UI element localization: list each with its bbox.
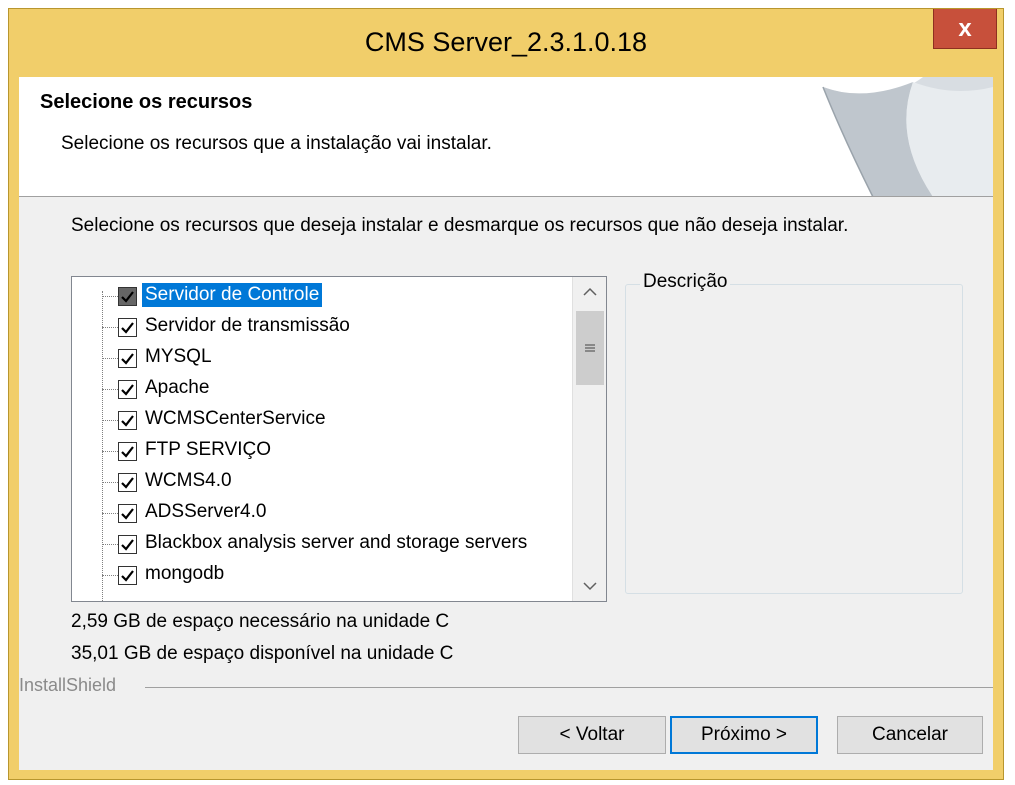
- feature-label: WCMS4.0: [145, 470, 232, 491]
- tree-connector: [102, 327, 118, 328]
- feature-label: Servidor de transmissão: [145, 315, 350, 336]
- dialog-client-area: Selecione os recursos Selecione os recur…: [19, 77, 993, 770]
- dialog-header: Selecione os recursos Selecione os recur…: [19, 77, 993, 197]
- checkbox-icon[interactable]: [118, 411, 137, 430]
- feature-label: ADSServer4.0: [145, 501, 267, 522]
- tree-connector: [102, 575, 118, 576]
- feature-item[interactable]: Servidor de transmissão: [72, 312, 572, 342]
- feature-label: FTP SERVIÇO: [145, 439, 271, 460]
- tree-connector: [102, 296, 118, 297]
- title-bar[interactable]: CMS Server_2.3.1.0.18 x: [9, 9, 1003, 77]
- checkbox-icon[interactable]: [118, 318, 137, 337]
- header-title: Selecione os recursos: [40, 91, 253, 113]
- tree-scrollbar[interactable]: [572, 277, 606, 601]
- description-group: Descrição: [625, 271, 963, 594]
- feature-label: WCMSCenterService: [145, 408, 326, 429]
- tree-connector: [102, 482, 118, 483]
- checkbox-icon[interactable]: [118, 349, 137, 368]
- window-title: CMS Server_2.3.1.0.18: [364, 27, 648, 57]
- feature-label: mongodb: [145, 563, 225, 584]
- back-button[interactable]: < Voltar: [518, 716, 666, 754]
- tree-connector: [102, 513, 118, 514]
- feature-label: MYSQL: [145, 346, 212, 367]
- checkbox-icon[interactable]: [118, 380, 137, 399]
- feature-item[interactable]: FTP SERVIÇO: [72, 436, 572, 466]
- feature-item[interactable]: Apache: [72, 374, 572, 404]
- header-subtitle: Selecione os recursos que a instalação v…: [61, 133, 492, 154]
- next-button[interactable]: Próximo >: [670, 716, 818, 754]
- checkbox-icon[interactable]: [118, 473, 137, 492]
- header-decoration-icon: [822, 77, 993, 196]
- close-button[interactable]: x: [933, 9, 997, 49]
- feature-item[interactable]: Blackbox analysis server and storage ser…: [72, 529, 572, 559]
- description-label: Descrição: [640, 271, 731, 293]
- feature-label: Apache: [145, 377, 210, 398]
- tree-connector: [102, 544, 118, 545]
- checkbox-icon[interactable]: [118, 566, 137, 585]
- tree-connector: [102, 358, 118, 359]
- feature-item[interactable]: mongodb: [72, 560, 572, 590]
- feature-item[interactable]: Servidor de Controle: [72, 281, 572, 311]
- close-icon: x: [958, 14, 972, 42]
- feature-item[interactable]: MYSQL: [72, 343, 572, 373]
- checkbox-icon[interactable]: [118, 535, 137, 554]
- checkbox-icon[interactable]: [118, 504, 137, 523]
- feature-item[interactable]: ADSServer4.0: [72, 498, 572, 528]
- checkbox-icon[interactable]: [118, 442, 137, 461]
- space-required-text: 2,59 GB de espaço necessário na unidade …: [71, 611, 450, 632]
- installer-window: CMS Server_2.3.1.0.18 x Selecione os rec…: [8, 8, 1004, 780]
- cancel-button[interactable]: Cancelar: [837, 716, 983, 754]
- installshield-label: InstallShield: [19, 675, 117, 695]
- scroll-thumb[interactable]: [576, 311, 604, 385]
- feature-item[interactable]: WCMSCenterService: [72, 405, 572, 435]
- space-available-text: 35,01 GB de espaço disponível na unidade…: [71, 643, 454, 664]
- feature-tree[interactable]: Servidor de Controle Servidor de transmis…: [71, 276, 607, 602]
- scroll-down-button[interactable]: [573, 571, 606, 601]
- instruction-text: Selecione os recursos que deseja instala…: [71, 215, 849, 236]
- feature-label: Blackbox analysis server and storage ser…: [145, 532, 528, 553]
- tree-connector: [102, 420, 118, 421]
- tree-connector: [102, 389, 118, 390]
- feature-item[interactable]: WCMS4.0: [72, 467, 572, 497]
- grip-icon: [585, 344, 595, 352]
- feature-label: Servidor de Controle: [142, 283, 323, 307]
- footer-divider: [145, 687, 993, 688]
- checkbox-icon[interactable]: [118, 287, 137, 306]
- tree-connector: [102, 451, 118, 452]
- chevron-up-icon: [583, 287, 597, 296]
- chevron-down-icon: [583, 582, 597, 591]
- scroll-up-button[interactable]: [573, 277, 606, 307]
